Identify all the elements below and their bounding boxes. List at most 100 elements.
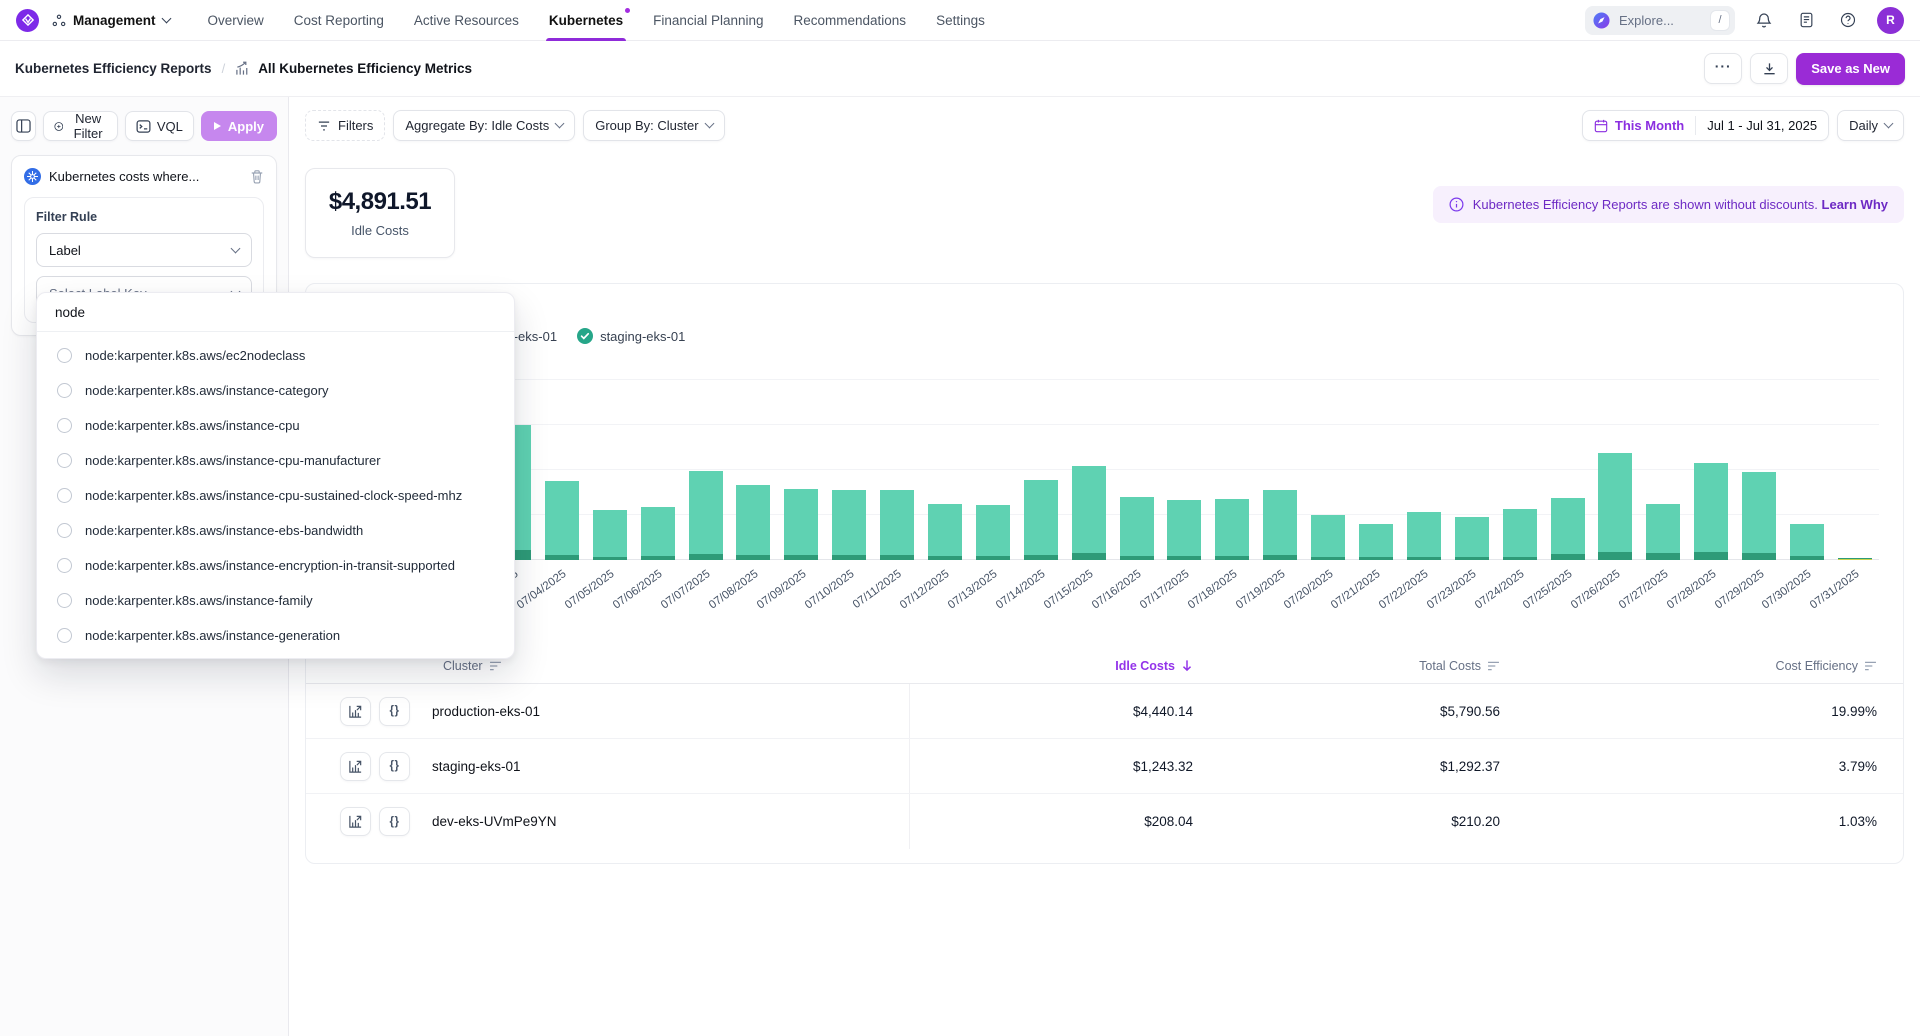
bar[interactable] [1024, 480, 1058, 560]
bar-slot [682, 360, 730, 560]
label-key-option[interactable]: node:karpenter.k8s.aws/instance-cpu-manu… [37, 443, 514, 478]
view-json-button[interactable]: {} [379, 697, 410, 726]
breadcrumb-parent[interactable]: Kubernetes Efficiency Reports [15, 61, 212, 76]
filters-button[interactable]: Filters [305, 110, 385, 141]
collapse-panel-button[interactable] [11, 111, 36, 141]
bar[interactable] [1598, 453, 1632, 560]
nav-item-cost-reporting[interactable]: Cost Reporting [294, 0, 384, 41]
vantage-logo[interactable] [16, 9, 39, 32]
user-avatar[interactable]: R [1877, 7, 1904, 34]
bar[interactable] [1167, 500, 1201, 560]
bar[interactable] [1742, 472, 1776, 560]
bar[interactable] [1120, 497, 1154, 560]
total-costs-cell: $5,790.56 [1193, 704, 1500, 719]
bar-segment-production-eks-01 [1598, 453, 1632, 551]
label-key-option[interactable]: node:karpenter.k8s.aws/instance-cpu [37, 408, 514, 443]
granularity-select[interactable]: Daily [1837, 110, 1904, 141]
rule-type-select[interactable]: Label [36, 233, 252, 267]
aggregate-by-select[interactable]: Aggregate By: Idle Costs [393, 110, 575, 141]
label-key-options: node:karpenter.k8s.aws/ec2nodeclassnode:… [37, 332, 514, 653]
column-header-total-costs[interactable]: Total Costs [1193, 659, 1500, 673]
bar[interactable] [1694, 463, 1728, 560]
bar-segment-production-eks-01 [1359, 524, 1393, 558]
new-filter-button[interactable]: New Filter [43, 111, 118, 141]
label-key-option[interactable]: node:karpenter.k8s.aws/ec2nodeclass [37, 338, 514, 373]
bar[interactable] [976, 505, 1010, 560]
date-range-value[interactable]: Jul 1 - Jul 31, 2025 [1696, 111, 1828, 140]
bar-segment-production-eks-01 [1646, 504, 1680, 553]
nav-item-active-resources[interactable]: Active Resources [414, 0, 519, 41]
date-preset-button[interactable]: This Month [1583, 111, 1695, 140]
bar[interactable] [593, 510, 627, 560]
bar-slot [1735, 360, 1783, 560]
bar[interactable] [1790, 524, 1824, 560]
date-preset-label: This Month [1615, 118, 1684, 133]
bar[interactable] [1359, 524, 1393, 560]
bar[interactable] [689, 471, 723, 560]
column-header-idle-costs[interactable]: Idle Costs [910, 659, 1193, 673]
bar[interactable] [1455, 517, 1489, 560]
braces-icon: {} [390, 816, 400, 828]
bar[interactable] [1072, 466, 1106, 560]
bar[interactable] [1263, 490, 1297, 560]
bar[interactable] [1551, 498, 1585, 560]
label-key-option[interactable]: node:karpenter.k8s.aws/instance-encrypti… [37, 548, 514, 583]
open-chart-button[interactable] [340, 697, 371, 726]
save-as-new-button[interactable]: Save as New [1796, 53, 1905, 85]
label-key-option[interactable]: node:karpenter.k8s.aws/instance-generati… [37, 618, 514, 653]
nav-item-overview[interactable]: Overview [208, 0, 264, 41]
view-json-button[interactable]: {} [379, 752, 410, 781]
vql-button[interactable]: VQL [125, 111, 194, 141]
label-key-option[interactable]: node:karpenter.k8s.aws/instance-ebs-band… [37, 513, 514, 548]
filter-lines-icon [317, 120, 331, 132]
report-toolbar: Filters Aggregate By: Idle Costs Group B… [289, 97, 1920, 141]
changelog-button[interactable] [1793, 7, 1819, 33]
bar[interactable] [1311, 515, 1345, 560]
bar[interactable] [1215, 499, 1249, 560]
granularity-label: Daily [1849, 118, 1878, 133]
nav-item-settings[interactable]: Settings [936, 0, 985, 41]
label-key-option[interactable]: node:karpenter.k8s.aws/instance-family [37, 583, 514, 618]
trash-icon [250, 169, 264, 184]
column-header-cost-efficiency[interactable]: Cost Efficiency [1500, 659, 1903, 673]
nav-item-financial-planning[interactable]: Financial Planning [653, 0, 763, 41]
legend-item[interactable]: staging-eks-01 [577, 328, 685, 344]
group-by-select[interactable]: Group By: Cluster [583, 110, 724, 141]
bar[interactable] [736, 485, 770, 560]
explore-search[interactable]: Explore... / [1585, 6, 1735, 35]
learn-why-link[interactable]: Learn Why [1822, 197, 1888, 212]
apply-button[interactable]: Apply [201, 111, 277, 141]
bar[interactable] [1646, 504, 1680, 560]
label-key-option[interactable]: node:karpenter.k8s.aws/instance-cpu-sust… [37, 478, 514, 513]
column-header-cluster[interactable]: Cluster [306, 659, 910, 673]
label-key-option[interactable]: node:karpenter.k8s.aws/instance-category [37, 373, 514, 408]
download-button[interactable] [1750, 53, 1788, 84]
chevron-down-icon [555, 119, 565, 129]
open-chart-button[interactable] [340, 807, 371, 836]
label-key-search-input[interactable] [55, 305, 496, 320]
nav-item-kubernetes[interactable]: Kubernetes [549, 0, 623, 41]
bar-slot [1017, 360, 1065, 560]
bar[interactable] [545, 481, 579, 560]
nav-item-recommendations[interactable]: Recommendations [794, 0, 907, 41]
bar-segment-production-eks-01 [545, 481, 579, 555]
notifications-button[interactable] [1751, 7, 1777, 33]
help-button[interactable] [1835, 7, 1861, 33]
cost-efficiency-cell: 3.79% [1500, 759, 1903, 774]
delete-filter-button[interactable] [250, 169, 264, 184]
chart-plot [490, 360, 1879, 560]
chevron-down-icon [161, 13, 171, 23]
bar-slot [538, 360, 586, 560]
filter-card-header: Kubernetes costs where... [24, 168, 264, 185]
open-chart-button[interactable] [340, 752, 371, 781]
bar[interactable] [1503, 509, 1537, 560]
bar[interactable] [928, 504, 962, 560]
bar[interactable] [832, 490, 866, 560]
workspace-switcher[interactable]: Management [52, 13, 170, 28]
bar[interactable] [1407, 512, 1441, 560]
more-actions-button[interactable]: ··· [1704, 53, 1742, 84]
bar[interactable] [784, 489, 818, 560]
bar[interactable] [641, 507, 675, 560]
view-json-button[interactable]: {} [379, 807, 410, 836]
bar[interactable] [880, 490, 914, 560]
